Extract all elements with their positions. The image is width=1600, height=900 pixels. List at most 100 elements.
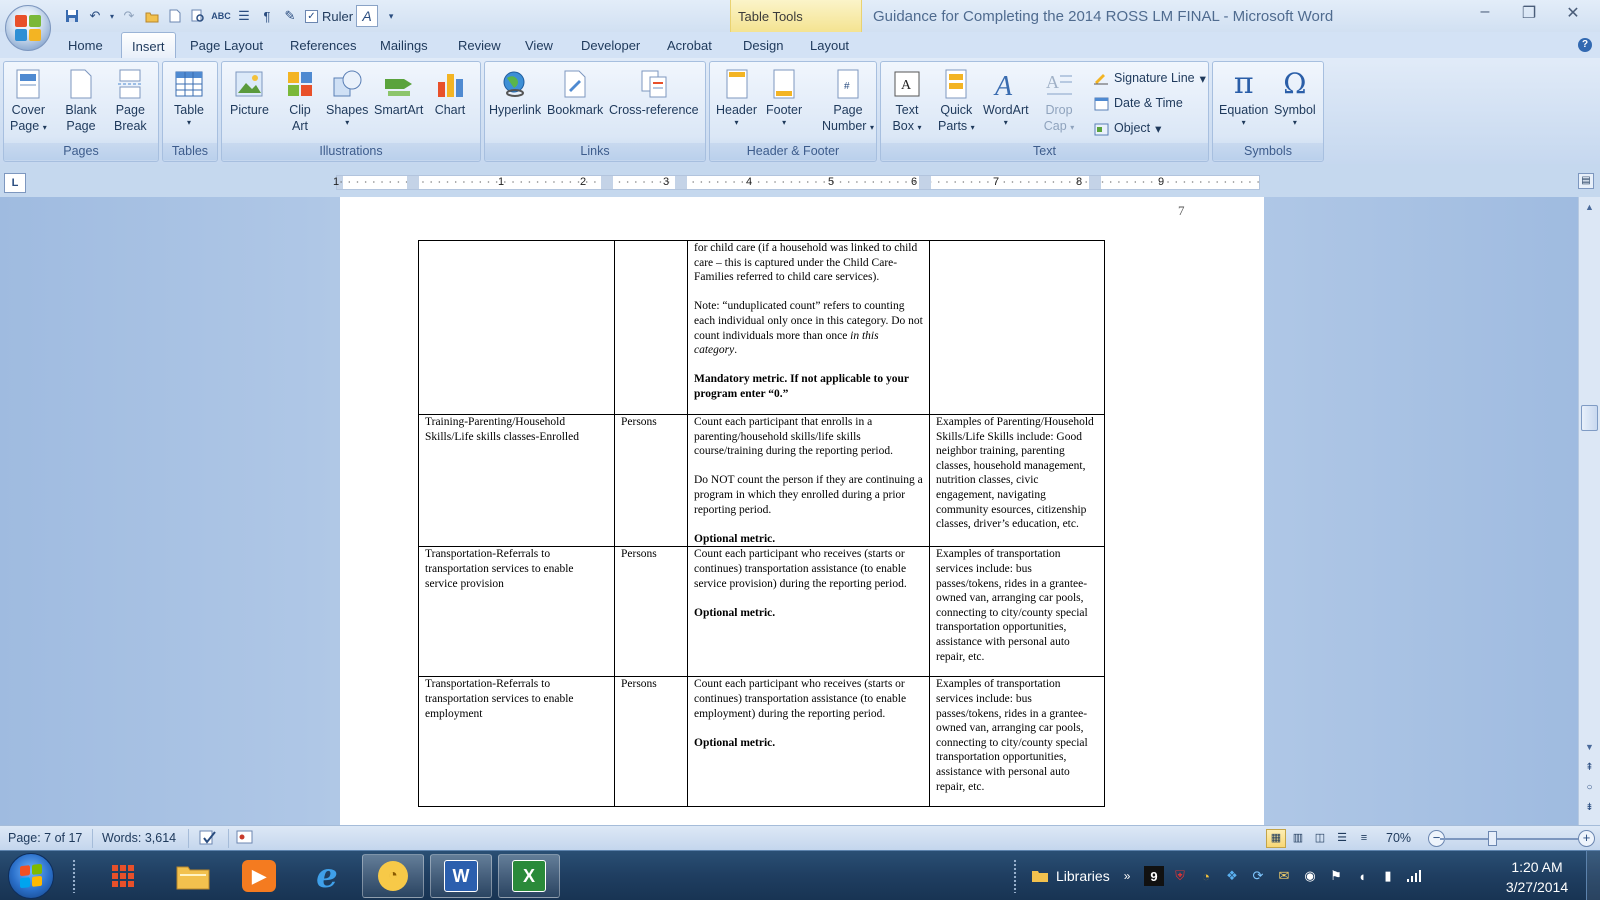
table-cell[interactable]: for child care (if a household was linke…	[687, 240, 930, 415]
table-cell[interactable]: Examples of transportation services incl…	[929, 676, 1105, 808]
scroll-down-icon[interactable]: ▼	[1579, 739, 1600, 755]
power-icon[interactable]: ▮	[1378, 866, 1398, 886]
restore-button[interactable]: ❐	[1518, 3, 1540, 23]
horizontal-ruler[interactable]: 1 1 2 3 4 5 6 7 8 9	[333, 175, 1260, 190]
bookmark-button[interactable]: Bookmark	[547, 68, 603, 118]
zoom-slider-thumb[interactable]	[1488, 831, 1497, 846]
ruler-column-marker[interactable]	[601, 176, 613, 189]
tab-review[interactable]: Review	[458, 38, 501, 53]
tab-references[interactable]: References	[290, 38, 356, 53]
system-clock[interactable]: 1:20 AM 3/27/2014	[1496, 857, 1578, 897]
office-button[interactable]	[5, 5, 51, 51]
next-page-icon[interactable]: ⇟	[1579, 802, 1600, 813]
table-cell[interactable]: Examples of Parenting/Household Skills/L…	[929, 413, 1105, 548]
tab-layout[interactable]: Layout	[810, 38, 849, 53]
table-cell[interactable]: Count each participant that enrolls in a…	[687, 413, 930, 548]
signature-line-button[interactable]: Signature Line ▾	[1093, 70, 1206, 86]
date-time-button[interactable]: Date & Time	[1093, 95, 1183, 111]
undo-icon[interactable]: ↶	[85, 6, 105, 26]
table-cell[interactable]	[929, 240, 1105, 415]
tab-developer[interactable]: Developer	[581, 38, 640, 53]
indent-icon[interactable]: ☰	[234, 6, 254, 26]
table-cell[interactable]	[418, 240, 615, 415]
taskbar-outlook[interactable]: ◔	[362, 854, 424, 898]
tab-insert[interactable]: Insert	[121, 32, 176, 60]
table-cell[interactable]: Persons	[614, 676, 688, 808]
ruler-column-marker[interactable]	[919, 176, 931, 189]
mail-icon[interactable]: ✉	[1274, 866, 1294, 886]
tab-selector-button[interactable]: L	[4, 173, 26, 193]
footer-button[interactable]: Footer ▾	[766, 68, 802, 128]
tray-clock-app-icon[interactable]: ◔	[1196, 866, 1216, 886]
tray-badge[interactable]: 9	[1144, 866, 1164, 886]
volume-icon[interactable]: ◖	[1352, 866, 1372, 886]
close-button[interactable]: ✕	[1562, 3, 1584, 23]
taskbar-excel[interactable]: X	[498, 854, 560, 898]
network-signal-icon[interactable]	[1404, 866, 1424, 886]
camera-icon[interactable]: ◉	[1300, 866, 1320, 886]
equation-button[interactable]: π Equation ▾	[1219, 68, 1268, 128]
tab-page-layout[interactable]: Page Layout	[190, 38, 263, 53]
page-number-button[interactable]: # Page Number ▾	[822, 68, 874, 134]
cover-page-button[interactable]: Cover Page ▾	[10, 68, 47, 134]
quick-parts-button[interactable]: Quick Parts ▾	[938, 68, 975, 134]
blank-page-button[interactable]: Blank Page	[65, 68, 97, 134]
table-cell[interactable]: Persons	[614, 546, 688, 678]
new-document-icon[interactable]	[165, 6, 185, 26]
table-cell[interactable]: Transportation-Referrals to transportati…	[418, 676, 615, 808]
spelling-icon[interactable]: ABC	[211, 6, 231, 26]
table-cell[interactable]: Examples of transportation services incl…	[929, 546, 1105, 678]
print-preview-icon[interactable]	[188, 6, 208, 26]
object-button[interactable]: Object ▾	[1093, 120, 1161, 136]
security-shield-icon[interactable]: ⛨	[1170, 866, 1190, 886]
vertical-scrollbar[interactable]: ▲ ▼ ⇞ ○ ⇟	[1578, 197, 1600, 825]
tab-mailings[interactable]: Mailings	[380, 38, 428, 53]
outline-view-icon[interactable]: ☰	[1332, 829, 1352, 848]
paragraph-mark-icon[interactable]: ¶	[257, 6, 277, 26]
zoom-level[interactable]: 70%	[1386, 831, 1411, 845]
zoom-in-icon[interactable]: +	[1578, 830, 1595, 847]
action-center-flag-icon[interactable]: ⚑	[1326, 866, 1346, 886]
hyperlink-button[interactable]: Hyperlink	[489, 68, 541, 118]
chart-button[interactable]: Chart	[434, 68, 466, 118]
tab-design[interactable]: Design	[743, 38, 783, 53]
scrollbar-thumb[interactable]	[1581, 405, 1598, 431]
format-painter-icon[interactable]: ✎	[280, 6, 300, 26]
cross-reference-button[interactable]: Cross-reference	[609, 68, 699, 118]
toolbar-overflow-icon[interactable]: »	[1124, 869, 1131, 883]
taskbar-internet-explorer[interactable]: e	[296, 854, 358, 898]
save-icon[interactable]	[62, 6, 82, 26]
taskbar-explorer[interactable]	[162, 854, 224, 898]
ruler-checkbox[interactable]: ✓	[305, 9, 318, 23]
taskbar-media-player[interactable]: ▶	[228, 854, 290, 898]
show-desktop-button[interactable]	[1586, 851, 1600, 900]
scroll-up-icon[interactable]: ▲	[1579, 199, 1600, 215]
redo-icon[interactable]: ↷	[119, 6, 139, 26]
libraries-toolbar[interactable]: Libraries »	[1030, 851, 1130, 900]
previous-page-icon[interactable]: ⇞	[1579, 762, 1600, 773]
table-cell[interactable]: Transportation-Referrals to transportati…	[418, 546, 615, 678]
print-layout-view-icon[interactable]: ▦	[1266, 829, 1286, 848]
ruler-column-marker[interactable]	[1089, 176, 1101, 189]
select-browse-object-icon[interactable]: ○	[1579, 782, 1600, 793]
shapes-button[interactable]: Shapes ▾	[326, 68, 368, 128]
ruler-column-marker[interactable]	[407, 176, 419, 189]
taskbar-word[interactable]: W	[430, 854, 492, 898]
draft-view-icon[interactable]: ≡	[1354, 829, 1374, 848]
help-icon[interactable]: ?	[1578, 38, 1592, 52]
table-cell[interactable]: Persons	[614, 413, 688, 548]
dropbox-icon[interactable]: ❖	[1222, 866, 1242, 886]
header-button[interactable]: Header ▾	[716, 68, 757, 128]
clip-art-button[interactable]: Clip Art	[284, 68, 316, 134]
sync-icon[interactable]: ⟳	[1248, 866, 1268, 886]
document-table[interactable]: for child care (if a household was linke…	[418, 240, 1105, 808]
document-page[interactable]: 7 for child care (if a household was lin…	[340, 197, 1264, 825]
style-icon[interactable]: A	[356, 5, 379, 27]
table-button[interactable]: Table ▾	[173, 68, 205, 128]
minimize-button[interactable]: –	[1474, 3, 1496, 23]
page-count-status[interactable]: Page: 7 of 17	[8, 831, 82, 845]
table-cell[interactable]: Training-Parenting/Household Skills/Life…	[418, 413, 615, 548]
zoom-slider[interactable]	[1440, 838, 1578, 840]
open-icon[interactable]	[142, 6, 162, 26]
table-cell[interactable]	[614, 240, 688, 415]
